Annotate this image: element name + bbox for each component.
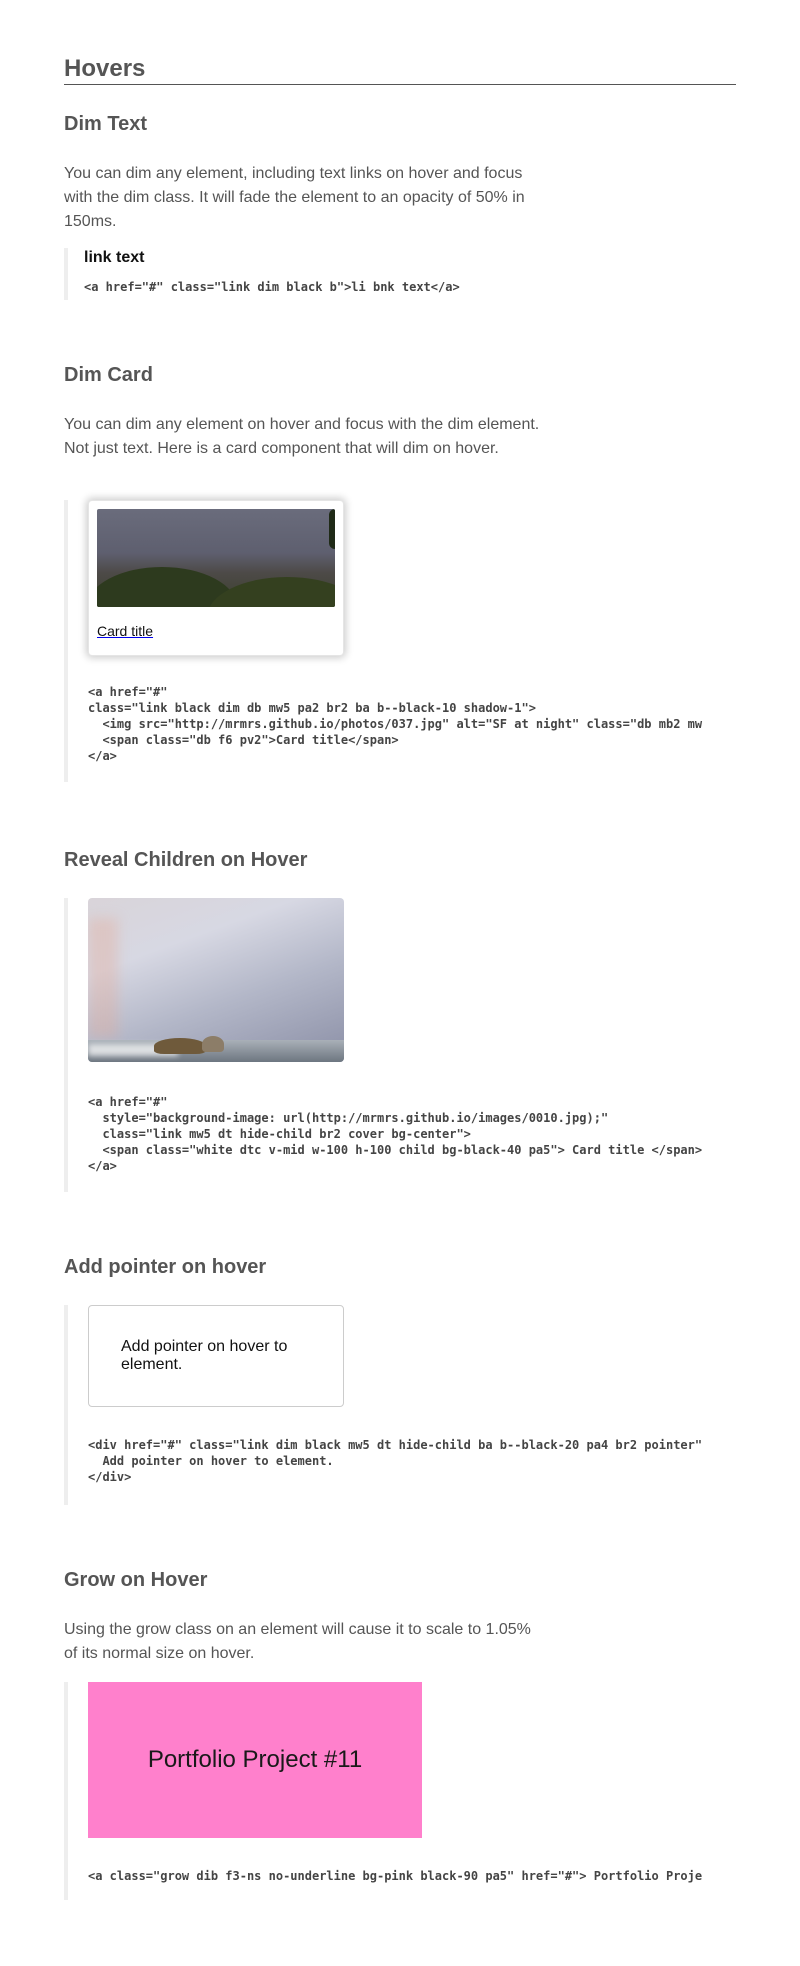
card-image-sf-night xyxy=(97,509,335,607)
page-title: Hovers xyxy=(64,54,736,85)
reveal-example: <a href="#" style="background-image: url… xyxy=(64,898,736,1192)
dim-card-example: Card title <a href="#" class="link black… xyxy=(64,500,736,782)
dim-card-heading: Dim Card xyxy=(64,364,153,386)
reveal-code: <a href="#" style="background-image: url… xyxy=(88,1095,703,1173)
dim-card-description: You can dim any element on hover and foc… xyxy=(64,416,540,457)
page: Hovers Dim Text You can dim any element,… xyxy=(0,0,800,1966)
dim-text-description: You can dim any element, including text … xyxy=(64,165,525,230)
dim-text-example: link text <a href="#" class="link dim bl… xyxy=(64,248,736,300)
dim-text-heading: Dim Text xyxy=(64,113,147,135)
pointer-code: <div href="#" class="link dim black mw5 … xyxy=(88,1438,703,1484)
reveal-heading: Reveal Children on Hover xyxy=(64,849,308,871)
dim-link-text[interactable]: link text xyxy=(84,248,736,268)
grow-heading: Grow on Hover xyxy=(64,1569,208,1591)
reveal-card-image[interactable] xyxy=(88,898,344,1062)
pointer-box-text: Add pointer on hover to element. xyxy=(121,1338,288,1373)
pointer-heading: Add pointer on hover xyxy=(64,1256,267,1278)
pointer-box[interactable]: Add pointer on hover to element. xyxy=(88,1305,344,1407)
grow-description: Using the grow class on an element will … xyxy=(64,1621,531,1662)
dim-card-code: <a href="#" class="link black dim db mw5… xyxy=(88,685,703,763)
dim-text-code: <a href="#" class="link dim black b">li … xyxy=(84,280,460,294)
card-title: Card title xyxy=(97,623,154,639)
dim-card[interactable]: Card title xyxy=(88,500,344,656)
grow-example: Portfolio Project #11 <a class="grow dib… xyxy=(64,1682,736,1900)
grow-code: <a class="grow dib f3-ns no-underline bg… xyxy=(88,1869,703,1883)
portfolio-project-link[interactable]: Portfolio Project #11 xyxy=(88,1682,422,1838)
pointer-example: Add pointer on hover to element. <div hr… xyxy=(64,1305,736,1505)
